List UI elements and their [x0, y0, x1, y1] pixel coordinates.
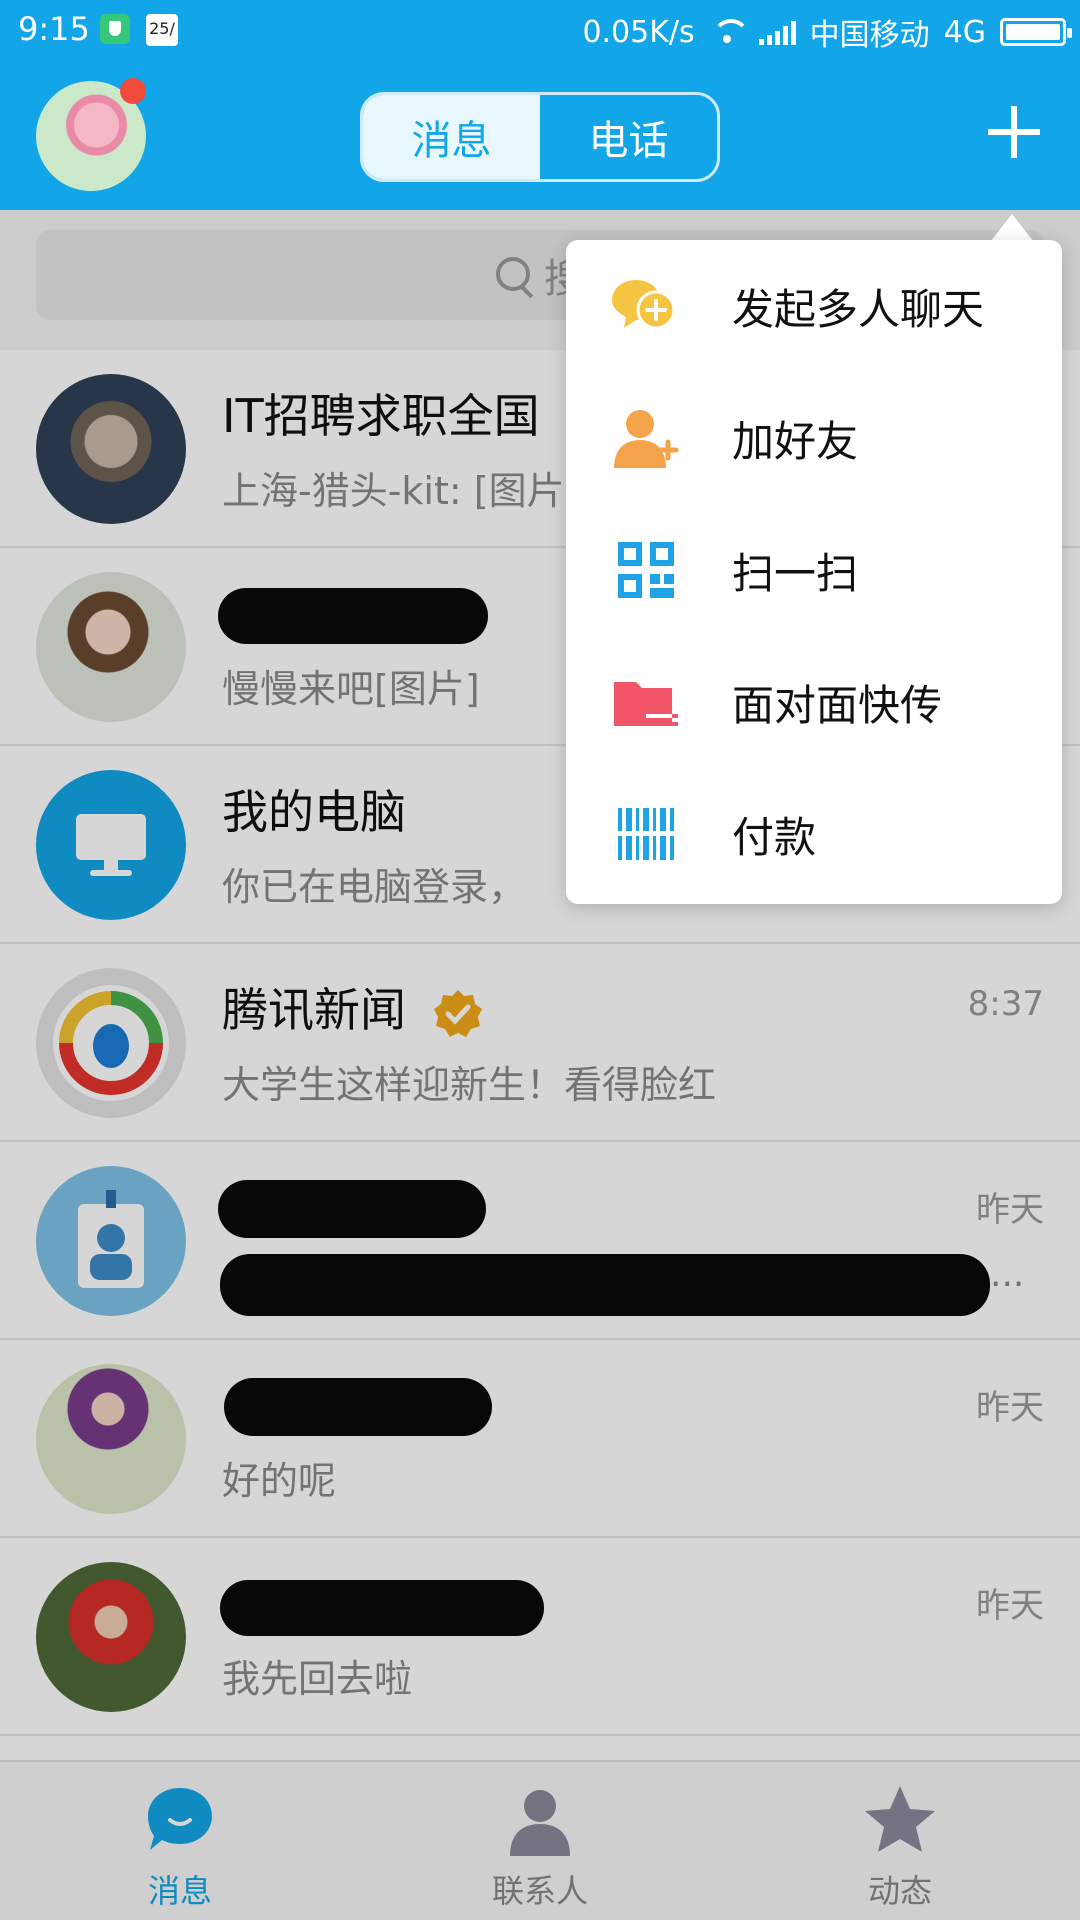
scan-qr-icon [618, 542, 674, 598]
tab-messages[interactable]: 消息 [363, 95, 540, 179]
security-shield-icon [100, 14, 130, 44]
calendar-icon: 25/ [146, 14, 178, 46]
wifi-icon [709, 19, 750, 45]
status-bar: 9:15 25/ 0.05K/s 中国移动 4G [0, 0, 1080, 60]
network-type: 4G [943, 14, 986, 50]
plus-icon[interactable] [984, 102, 1044, 162]
add-friend-icon [614, 410, 679, 468]
menu-label-group-chat: 发起多人聊天 [732, 284, 985, 334]
network-speed: 0.05K/s [582, 14, 695, 50]
carrier-name: 中国移动 [809, 18, 930, 53]
menu-label-scan: 扫一扫 [732, 548, 859, 598]
popup-arrow [990, 214, 1034, 242]
menu-item-group-chat[interactable]: 发起多人聊天 [566, 240, 1062, 372]
battery-icon [1000, 18, 1072, 46]
menu-label-face-transfer: 面对面快传 [732, 680, 943, 730]
status-time: 9:15 [18, 10, 90, 48]
menu-item-face-transfer[interactable]: 面对面快传 [566, 636, 1062, 768]
tab-calls[interactable]: 电话 [540, 95, 717, 179]
title-bar: 消息 电话 [0, 60, 1080, 210]
header-tabs: 消息 电话 [360, 92, 720, 182]
signal-icon [758, 19, 796, 45]
menu-label-pay: 付款 [732, 812, 817, 862]
menu-item-pay[interactable]: 付款 [566, 768, 1062, 900]
notification-dot [120, 78, 146, 104]
group-chat-icon [612, 280, 676, 330]
barcode-pay-icon [614, 808, 678, 860]
status-right: 0.05K/s 中国移动 4G [582, 10, 1072, 54]
face-transfer-icon [614, 682, 678, 726]
add-popup-menu: 发起多人聊天 加好友 扫一扫 面对面快传 付款 [566, 240, 1062, 904]
menu-item-scan[interactable]: 扫一扫 [566, 504, 1062, 636]
menu-item-add-friend[interactable]: 加好友 [566, 372, 1062, 504]
menu-label-add-friend: 加好友 [732, 416, 859, 466]
